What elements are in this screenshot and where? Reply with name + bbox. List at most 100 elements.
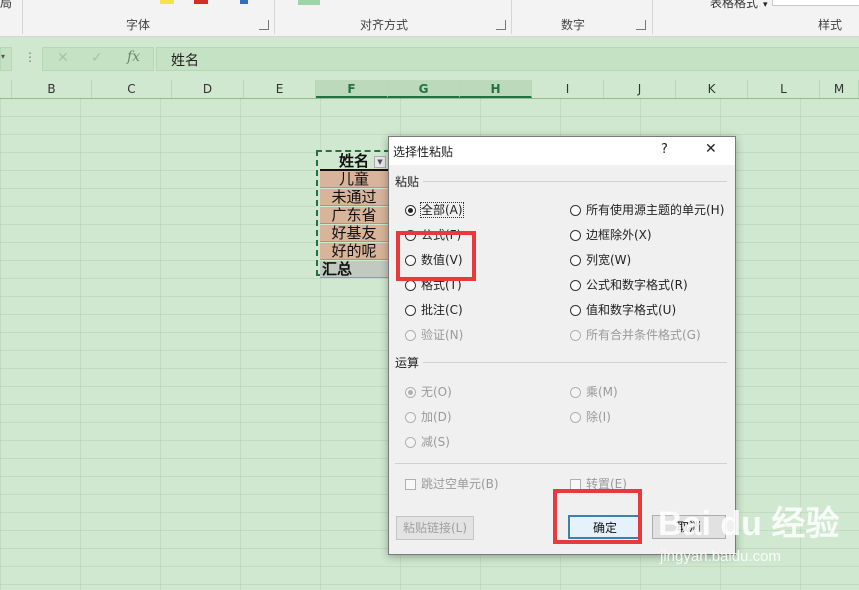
section-divider (423, 181, 727, 182)
paste-source-theme-option[interactable]: 所有使用源主题的单元(H) (570, 201, 724, 218)
column-header-i[interactable]: I (532, 80, 604, 98)
option-label: 无(O) (421, 385, 452, 399)
column-header-d[interactable]: D (172, 80, 244, 98)
more-icon[interactable] (240, 0, 248, 4)
skip-blanks-checkbox: 跳过空单元(B) (405, 475, 499, 492)
paste-merge-conditional-option: 所有合并条件格式(G) (570, 326, 701, 343)
close-icon[interactable]: ✕ (705, 141, 717, 157)
operation-section-label: 运算 (395, 356, 420, 370)
column-header-m[interactable]: M (820, 80, 859, 98)
column-header-c[interactable]: C (92, 80, 172, 98)
paste-validation-option: 验证(N) (405, 326, 463, 343)
option-label: 值和数字格式(U) (586, 303, 677, 317)
radio-icon (405, 387, 416, 398)
copied-range[interactable]: 姓名 ▼ 儿童 未通过 广东省 好基友 好的呢 汇总 (316, 150, 390, 278)
baidu-watermark: Bai du 经验 jingyan.baidu.com (650, 492, 850, 572)
option-label: 加(D) (421, 410, 452, 424)
column-header-l[interactable]: L (748, 80, 820, 98)
radio-icon[interactable] (570, 280, 581, 291)
column-header-j[interactable]: J (604, 80, 676, 98)
column-header-h[interactable]: H (460, 80, 532, 98)
name-box[interactable]: ▾ (0, 47, 12, 71)
dialog-title: 选择性粘贴 (393, 145, 454, 159)
section-divider (395, 463, 727, 464)
ribbon-divider (652, 0, 653, 34)
radio-icon (405, 437, 416, 448)
option-label: 所有合并条件格式(G) (586, 328, 701, 342)
font-dialog-launcher-icon[interactable] (259, 20, 269, 30)
column-header-g[interactable]: G (388, 80, 460, 98)
column-header-f[interactable]: F (316, 80, 388, 98)
paste-no-borders-option[interactable]: 边框除外(X) (570, 226, 652, 243)
table-row[interactable]: 好的呢 (320, 243, 388, 260)
highlight-values-box (396, 231, 476, 281)
number-group-label: 数字 (561, 18, 586, 32)
style-gallery[interactable] (772, 0, 859, 6)
insert-function-icon[interactable]: fx (127, 49, 140, 65)
alignment-dialog-launcher-icon[interactable] (496, 20, 506, 30)
radio-icon[interactable] (570, 255, 581, 266)
column-header-e[interactable]: E (244, 80, 316, 98)
font-color-icon[interactable] (194, 0, 208, 4)
formula-bar: ▾ ⋮ ✕ ✓ fx 姓名 (0, 44, 859, 72)
drag-handle-icon[interactable]: ⋮ (24, 50, 36, 64)
table-format-button[interactable]: 表格格式 (710, 0, 758, 11)
option-label: 验证(N) (421, 328, 464, 342)
radio-icon[interactable] (570, 230, 581, 241)
radio-icon (405, 412, 416, 423)
cell-header[interactable]: 姓名 ▼ (320, 153, 388, 171)
total-row[interactable]: 汇总 (320, 261, 390, 278)
option-label: 批注(C) (421, 303, 463, 317)
radio-icon[interactable] (570, 205, 581, 216)
radio-icon[interactable] (570, 305, 581, 316)
dialog-titlebar[interactable]: 选择性粘贴 ? ✕ (389, 137, 735, 165)
paste-all-option[interactable]: 全部(A) (405, 201, 464, 218)
paste-formulas-numbers-option[interactable]: 公式和数字格式(R) (570, 276, 688, 293)
paste-values-numbers-option[interactable]: 值和数字格式(U) (570, 301, 676, 318)
table-row[interactable]: 广东省 (320, 207, 388, 224)
column-headers: B C D E F G H I J K L M (0, 80, 859, 99)
checkbox-icon (405, 479, 416, 490)
operation-none-option: 无(O) (405, 383, 452, 400)
option-label: 公式和数字格式(R) (586, 278, 688, 292)
radio-icon[interactable] (405, 205, 416, 216)
table-row[interactable]: 好基友 (320, 225, 388, 242)
paste-link-button: 粘贴链接(L) (396, 516, 474, 540)
styles-group-label: 样式 (818, 18, 843, 32)
radio-icon[interactable] (405, 305, 416, 316)
highlight-color-icon[interactable] (160, 0, 174, 4)
option-label: 跳过空单元(B) (421, 477, 499, 491)
operation-add-option: 加(D) (405, 408, 452, 425)
option-label: 乘(M) (586, 385, 618, 399)
paste-column-widths-option[interactable]: 列宽(W) (570, 251, 631, 268)
wrap-text-icon[interactable] (298, 0, 320, 5)
select-all-corner[interactable] (0, 80, 12, 98)
option-label: 所有使用源主题的单元(H) (586, 203, 725, 217)
radio-icon (570, 387, 581, 398)
formula-value: 姓名 (171, 53, 199, 69)
radio-icon[interactable] (405, 280, 416, 291)
paste-comments-option[interactable]: 批注(C) (405, 301, 463, 318)
option-label: 全部(A) (420, 202, 464, 218)
paste-section-label: 粘贴 (395, 175, 420, 189)
option-label: 边框除外(X) (586, 228, 652, 242)
number-dialog-launcher-icon[interactable] (636, 20, 646, 30)
table-row[interactable]: 儿童 (320, 171, 388, 188)
close-icon[interactable]: ✕ (57, 50, 69, 66)
chevron-down-icon[interactable]: ▾ (763, 0, 768, 10)
help-icon[interactable]: ? (661, 142, 668, 157)
font-group-label: 字体 (126, 18, 151, 32)
ribbon: 字体 对齐方式 数字 表格格式 ▾ 样式 局 (0, 0, 859, 37)
radio-icon (570, 330, 581, 341)
filter-dropdown-icon[interactable]: ▼ (374, 156, 386, 168)
formula-input[interactable]: 姓名 (156, 47, 859, 71)
ribbon-divider (22, 0, 23, 34)
operation-multiply-option: 乘(M) (570, 383, 618, 400)
chevron-down-icon[interactable]: ▾ (1, 52, 5, 61)
ribbon-divider (511, 0, 512, 34)
radio-icon (570, 412, 581, 423)
table-row[interactable]: 未通过 (320, 189, 388, 206)
column-header-b[interactable]: B (12, 80, 92, 98)
check-icon[interactable]: ✓ (91, 50, 103, 66)
column-header-k[interactable]: K (676, 80, 748, 98)
